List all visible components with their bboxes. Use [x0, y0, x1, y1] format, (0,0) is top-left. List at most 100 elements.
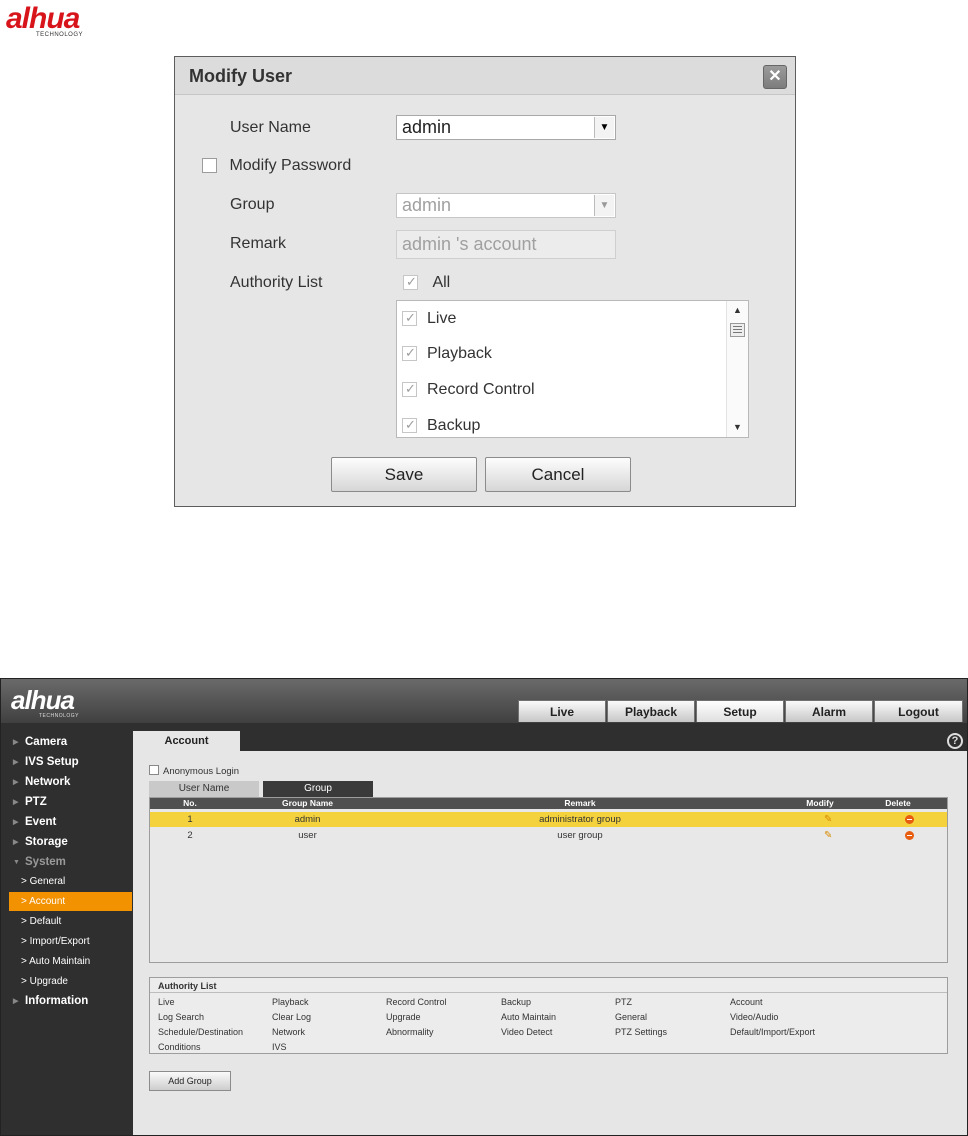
sidebar-item-network[interactable]: ▶ Network	[1, 773, 133, 792]
logo-tagline: TECHNOLOGY	[36, 32, 84, 38]
anonymous-login-row[interactable]: Anonymous Login	[149, 765, 239, 777]
help-icon[interactable]: ?	[947, 733, 963, 749]
column-header: Group Name	[281, 798, 333, 808]
sidebar-item-label: Storage	[25, 836, 68, 848]
expand-arrow-icon: ▶	[13, 759, 19, 766]
authority-all-label: All	[432, 274, 451, 291]
authority-entry: Schedule/Destination	[158, 1027, 244, 1037]
authority-entry: Auto Maintain	[501, 1012, 557, 1022]
nav-tab-logout[interactable]: Logout	[874, 700, 963, 722]
authority-list-box[interactable]: Live Playback Record Control Backup ▲ ▼	[396, 300, 749, 438]
authority-entry: General	[615, 1012, 648, 1022]
authority-entry: Upgrade	[386, 1012, 421, 1022]
sidebar-subitem-label: Auto Maintain	[29, 956, 91, 967]
sidebar-item-label: Camera	[25, 736, 68, 748]
row-no: 2	[187, 830, 193, 841]
dialog-title: Modify User	[189, 66, 293, 86]
sidebar-item-label: PTZ	[25, 796, 47, 808]
nav-tab-live[interactable]: Live	[518, 700, 606, 722]
authority-entry: Playback	[272, 997, 309, 1007]
authority-checkbox	[402, 345, 417, 362]
group-label: Group	[230, 196, 275, 213]
sidebar-item-ivs-setup[interactable]: ▶ IVS Setup	[1, 753, 133, 772]
sidebar-item-camera[interactable]: ▶ Camera	[1, 733, 133, 752]
sidebar-subitem-auto-maintain[interactable]: > Auto Maintain	[9, 952, 132, 971]
edit-icon[interactable]: ✎	[824, 830, 832, 841]
nav-tab-setup[interactable]: Setup	[696, 700, 784, 722]
sidebar-item-system[interactable]: ▼ System	[1, 853, 133, 872]
chevron-down-icon[interactable]: ▼	[594, 117, 614, 138]
scroll-down-icon[interactable]: ▼	[733, 422, 742, 432]
column-header: Delete	[885, 798, 911, 808]
row-no: 1	[187, 814, 193, 825]
authority-entry: Conditions	[158, 1042, 201, 1052]
close-icon[interactable]: ✕	[763, 65, 787, 89]
row-group-name: admin	[294, 814, 321, 825]
authority-item-label: Record Control	[427, 381, 535, 398]
authority-list-title: Authority List	[158, 981, 217, 991]
app-header: alhua TECHNOLOGY Live Playback Setup Ala…	[1, 679, 967, 723]
sidebar-subitem-label: Upgrade	[29, 976, 68, 987]
row-remark: user group	[557, 830, 603, 841]
nav-tab-playback[interactable]: Playback	[607, 700, 695, 722]
sidebar-subitem-upgrade[interactable]: > Upgrade	[9, 972, 132, 991]
user-name-value: admin	[402, 117, 452, 137]
sidebar-subitem-account[interactable]: > Account	[9, 892, 132, 911]
sidebar-subitem-general[interactable]: > General	[9, 872, 132, 891]
app-logo-tagline: TECHNOLOGY	[39, 713, 80, 719]
authority-entry: IVS	[272, 1042, 287, 1052]
save-button[interactable]: Save	[331, 457, 477, 492]
modify-password-row[interactable]: Modify Password	[202, 157, 351, 175]
remark-field: admin 's account	[396, 230, 616, 259]
sidebar-item-label: Network	[25, 776, 71, 788]
expand-arrow-icon: ▶	[13, 739, 19, 746]
authority-checkbox	[402, 310, 417, 327]
authority-item-label: Playback	[427, 345, 492, 362]
anonymous-login-checkbox[interactable]	[149, 765, 159, 775]
sidebar-subitem-import-export[interactable]: > Import/Export	[9, 932, 132, 951]
table-row[interactable]: 1 admin administrator group ✎	[150, 812, 947, 827]
group-table: No. Group Name Remark Modify Delete 1 ad…	[149, 797, 948, 963]
scroll-thumb[interactable]	[730, 323, 745, 337]
tab-account[interactable]: Account	[133, 731, 240, 751]
authority-item-label: Live	[427, 310, 457, 327]
sidebar-item-label: Information	[25, 995, 89, 1007]
table-row[interactable]: 2 user user group ✎	[150, 828, 947, 843]
cancel-button[interactable]: Cancel	[485, 457, 631, 492]
authority-entry: Video/Audio	[730, 1012, 779, 1022]
chevron-down-icon: ▼	[594, 195, 614, 216]
modify-password-checkbox[interactable]	[202, 158, 217, 174]
authority-entry: Backup	[501, 997, 532, 1007]
user-name-select[interactable]: admin ▼	[396, 115, 616, 140]
sidebar-subitem-default[interactable]: > Default	[9, 912, 132, 931]
sidebar-item-ptz[interactable]: ▶ PTZ	[1, 793, 133, 812]
column-header: No.	[183, 798, 197, 808]
authority-scrollbar[interactable]: ▲ ▼	[726, 301, 748, 437]
expand-arrow-icon: ▶	[13, 839, 19, 846]
authority-item: Live	[402, 310, 456, 328]
scroll-up-icon[interactable]: ▲	[733, 305, 742, 315]
add-group-button[interactable]: Add Group	[149, 1071, 231, 1091]
user-name-label: User Name	[230, 119, 311, 136]
sidebar-item-storage[interactable]: ▶ Storage	[1, 833, 133, 852]
web-ui-screenshot: alhua TECHNOLOGY Live Playback Setup Ala…	[0, 678, 968, 1136]
authority-list-label: Authority List	[230, 274, 323, 291]
authority-entry: PTZ	[615, 997, 632, 1007]
delete-icon[interactable]	[905, 815, 914, 824]
delete-icon[interactable]	[905, 831, 914, 840]
authority-entry: Default/Import/Export	[730, 1027, 816, 1037]
authority-entry: Log Search	[158, 1012, 205, 1022]
sidebar-subitem-label: Default	[29, 916, 62, 927]
tab-group[interactable]: Group	[263, 781, 373, 797]
authority-checkbox	[402, 381, 417, 398]
sidebar-item-event[interactable]: ▶ Event	[1, 813, 133, 832]
authority-entry: PTZ Settings	[615, 1027, 668, 1037]
tab-user-name[interactable]: User Name	[149, 781, 259, 797]
column-header: Modify	[806, 798, 834, 808]
nav-tab-alarm[interactable]: Alarm	[785, 700, 873, 722]
edit-icon[interactable]: ✎	[824, 814, 832, 825]
sidebar-item-information[interactable]: ▶ Information	[1, 992, 133, 1011]
app-logo-text: alhua	[11, 685, 75, 715]
sidebar-item-label: System	[25, 856, 66, 868]
expand-arrow-icon: ▶	[13, 998, 19, 1005]
